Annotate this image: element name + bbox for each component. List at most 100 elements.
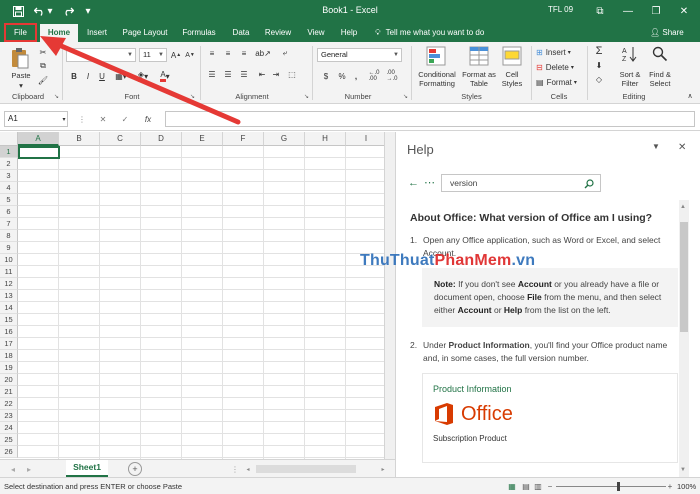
font-name-combo[interactable]: ▼ [66,48,136,62]
conditional-formatting-label[interactable]: Conditional Formatting [413,70,461,88]
tab-view[interactable]: View [302,24,330,42]
tab-home[interactable]: Home [40,24,78,42]
tab-insert[interactable]: Insert [80,24,114,42]
number-launcher-icon[interactable]: ↘ [403,93,408,100]
row-header-6[interactable]: 6 [0,206,18,218]
column-header-e[interactable]: E [182,132,223,146]
scroll-right-icon[interactable]: ▸ [24,463,34,475]
alignment-launcher-icon[interactable]: ↘ [304,93,309,100]
insert-function-button[interactable]: fx [140,111,156,127]
worksheet-grid[interactable]: A B C D E F G H I 1 2 3 4 5 6 7 8 9 10 11 12 13 14 15 16 17 18 19 20… [0,132,384,459]
conditional-formatting-icon[interactable] [424,45,448,67]
paste-label[interactable]: Paste [8,71,34,80]
comma-button[interactable]: , [350,69,362,83]
align-middle-icon[interactable]: ≡ [221,47,235,59]
help-search-input[interactable]: version [441,174,601,192]
tab-formulas[interactable]: Formulas [176,24,222,42]
tab-page-layout[interactable]: Page Layout [118,24,172,42]
pane-options-icon[interactable]: ▼ [652,142,660,151]
column-header-h[interactable]: H [305,132,346,146]
back-arrow-icon[interactable]: ← [408,177,419,189]
row-header-23[interactable]: 23 [0,410,18,422]
align-top-icon[interactable]: ≡ [205,47,219,59]
zoom-in-button[interactable]: + [666,480,674,492]
format-as-table-label[interactable]: Format as Table [458,70,500,88]
tab-split-icon[interactable]: ⋮ [230,463,240,475]
borders-icon[interactable]: ▦▾ [112,69,130,83]
zoom-slider-thumb[interactable] [617,482,620,491]
row-header-16[interactable]: 16 [0,326,18,338]
row-header-20[interactable]: 20 [0,374,18,386]
sort-filter-label[interactable]: Sort & Filter [614,70,646,88]
row-header-3[interactable]: 3 [0,170,18,182]
scroll-up-icon[interactable]: ▲ [680,204,686,210]
increase-indent-icon[interactable]: ⇥ [269,68,283,80]
help-scrollbar[interactable]: ▲ ▼ [679,200,689,477]
find-select-label[interactable]: Find & Select [644,70,676,88]
format-painter-icon[interactable]: 🖌︎ [36,74,50,86]
scroll-down-icon[interactable]: ▼ [680,467,686,473]
orientation-icon[interactable]: ab↗ [255,47,271,59]
row-header-5[interactable]: 5 [0,194,18,206]
close-button[interactable]: ✕ [670,0,698,22]
decrease-indent-icon[interactable]: ⇤ [255,68,269,80]
chevron-down-icon[interactable]: ▾ [60,111,68,127]
increase-decimal-icon[interactable]: ←.0.00 [366,69,382,83]
share-button[interactable]: 👤︎ Share [650,24,684,42]
more-options-icon[interactable]: ⋯ [424,176,435,189]
column-header-a[interactable]: A [18,132,59,146]
select-all-corner[interactable] [0,132,18,146]
italic-button[interactable]: I [82,69,94,83]
horizontal-scrollbar[interactable] [256,465,356,473]
row-header-10[interactable]: 10 [0,254,18,266]
row-header-4[interactable]: 4 [0,182,18,194]
row-header-9[interactable]: 9 [0,242,18,254]
clear-icon[interactable]: ◇ [592,73,606,85]
normal-view-icon[interactable]: ▦ [506,480,518,492]
row-header-7[interactable]: 7 [0,218,18,230]
row-header-18[interactable]: 18 [0,350,18,362]
column-header-g[interactable]: G [264,132,305,146]
bold-button[interactable]: B [68,69,80,83]
row-header-21[interactable]: 21 [0,386,18,398]
format-cells-button[interactable]: ▤ Format ▾ [536,76,586,88]
cells-area[interactable] [18,146,384,459]
font-color-icon[interactable]: A ▾ [156,69,174,83]
tab-review[interactable]: Review [260,24,296,42]
delete-cells-button[interactable]: ⊟ Delete ▾ [536,61,586,73]
name-box[interactable]: A1 [4,111,68,127]
formula-input[interactable] [165,111,695,127]
insert-cells-button[interactable]: ⊞ Insert ▾ [536,46,586,58]
decrease-decimal-icon[interactable]: .00 →.0 [384,69,400,83]
cancel-entry-button[interactable]: ✕ [96,111,110,127]
underline-button[interactable]: U [96,69,108,83]
cell-styles-icon[interactable] [500,45,524,67]
increase-font-icon[interactable]: A ▲ [170,48,182,62]
sheet-tab-sheet1[interactable]: Sheet1 [66,460,108,477]
row-header-25[interactable]: 25 [0,434,18,446]
page-break-view-icon[interactable]: ▥ [532,480,544,492]
user-name[interactable]: TFL 09 [548,5,573,14]
enter-entry-button[interactable]: ✓ [118,111,132,127]
zoom-level[interactable]: 100% [677,482,696,491]
new-sheet-button[interactable]: + [128,462,142,476]
minimize-button[interactable]: — [614,0,642,22]
column-header-i[interactable]: I [346,132,384,146]
tell-me-box[interactable]: 💡︎ Tell me what you want to do [375,24,484,42]
close-pane-icon[interactable]: ✕ [678,142,686,153]
hscroll-right-icon[interactable]: ▸ [378,463,388,475]
ribbon-display-options-icon[interactable]: ⧉ [586,0,614,22]
sort-filter-icon[interactable]: AZ [620,44,640,64]
row-header-24[interactable]: 24 [0,422,18,434]
wrap-text-icon[interactable]: ⤶ [278,47,292,59]
align-center-icon[interactable]: ☰ [221,68,235,80]
fill-icon[interactable]: ⬇ [592,59,606,71]
font-launcher-icon[interactable]: ↘ [190,93,195,100]
number-format-combo[interactable]: General ▼ [317,48,402,62]
align-right-icon[interactable]: ☰ [237,68,251,80]
row-header-17[interactable]: 17 [0,338,18,350]
column-header-c[interactable]: C [100,132,141,146]
row-header-14[interactable]: 14 [0,302,18,314]
row-header-8[interactable]: 8 [0,230,18,242]
tab-data[interactable]: Data [226,24,256,42]
